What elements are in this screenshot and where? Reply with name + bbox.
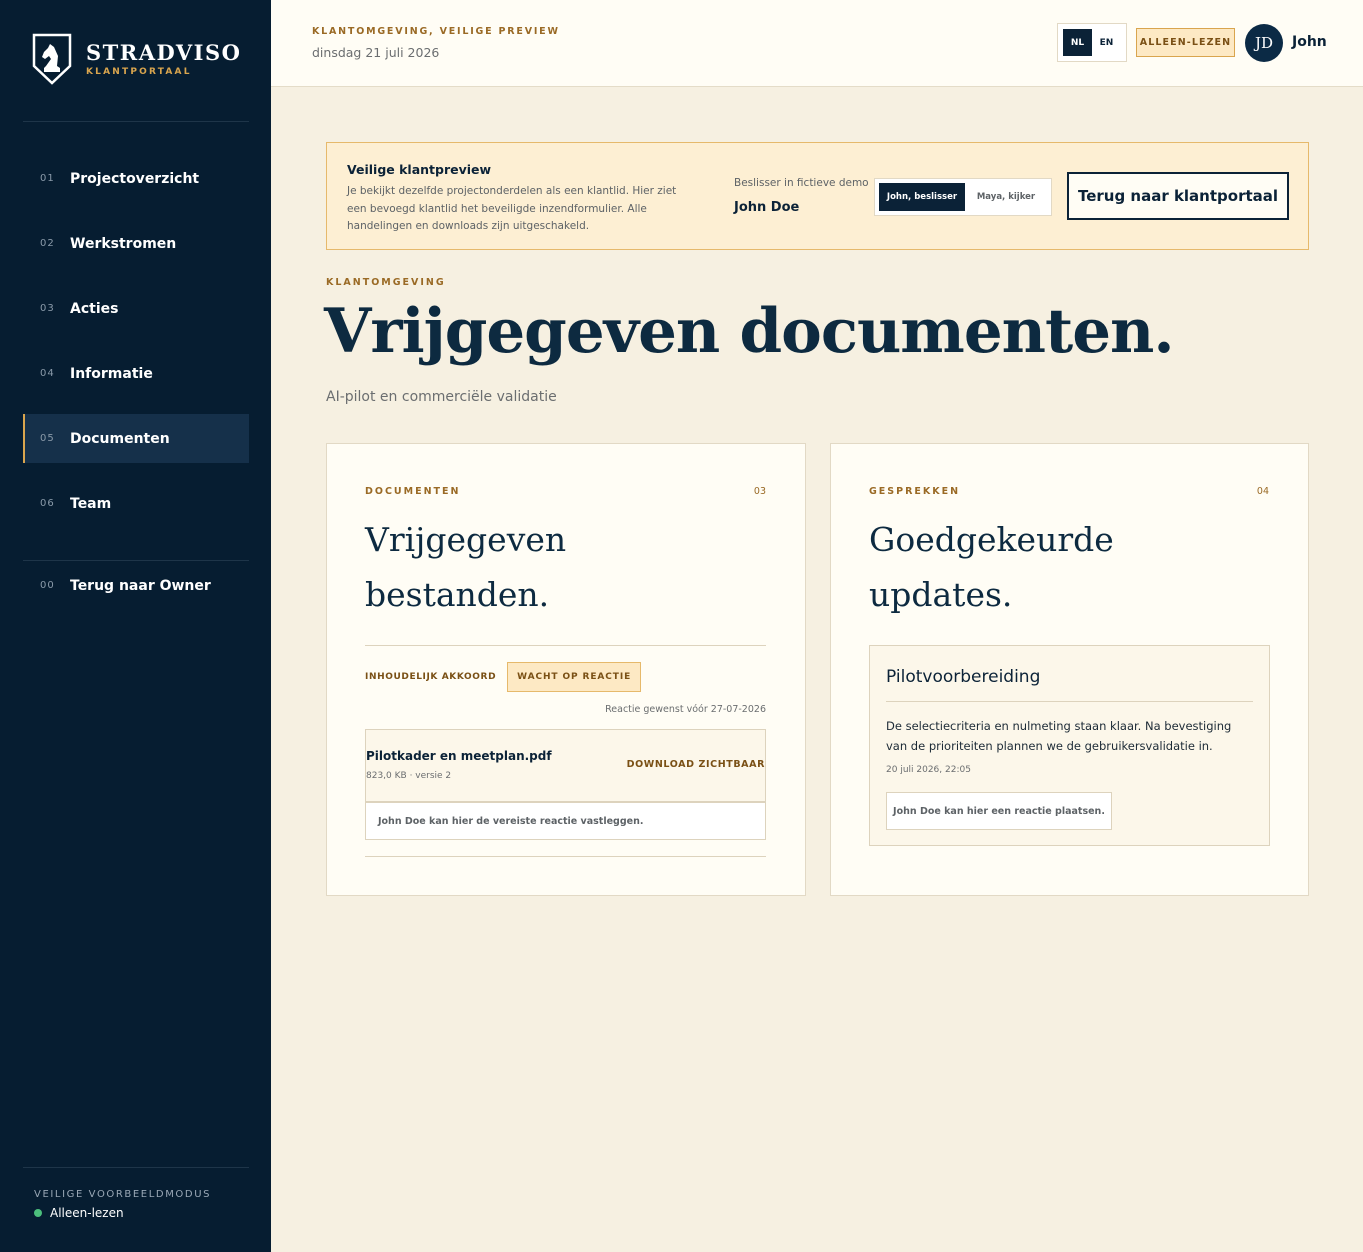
page-kicker: KLANTOMGEVING [326, 277, 446, 288]
banner-text: Je bekijkt dezelfde projectonderdelen al… [347, 185, 677, 232]
nav-label: Team [70, 495, 112, 512]
nav-number: 02 [40, 238, 55, 249]
page-subtitle: AI-pilot en commerciële validatie [326, 389, 557, 405]
nav-number: 04 [40, 368, 55, 379]
sidebar-item-acties[interactable]: 03 Acties [23, 284, 249, 333]
card-count: 04 [1256, 486, 1269, 497]
banner-role-caption: Beslisser in fictieve demo [734, 177, 869, 189]
sidebar-divider [23, 121, 249, 122]
file-name: Pilotkader en meetplan.pdf [366, 749, 552, 763]
lang-option-en[interactable]: EN [1092, 29, 1121, 56]
card-divider [365, 856, 766, 857]
nav-label: Werkstromen [70, 235, 177, 252]
nav-number: 03 [40, 303, 55, 314]
role-option-john[interactable]: John, beslisser [879, 183, 965, 211]
preview-banner: Veilige klantpreview Je bekijkt dezelfde… [326, 142, 1309, 250]
sidebar-back-nav: 00 Terug naar Owner [23, 561, 249, 626]
documents-card: DOCUMENTEN 03 Vrijgegeven bestanden. INH… [326, 443, 806, 896]
card-title-line: Goedgekeurde [869, 520, 1114, 559]
card-count: 03 [753, 486, 766, 497]
update-title: Pilotvoorbereiding [886, 667, 1041, 687]
preview-mode-status: Alleen-lezen [50, 1206, 124, 1220]
download-link[interactable]: DOWNLOAD ZICHTBAAR [627, 759, 765, 770]
nav-number: 01 [40, 173, 55, 184]
sidebar-item-terug-naar-owner[interactable]: 00 Terug naar Owner [23, 561, 249, 610]
topbar-date: dinsdag 21 juli 2026 [312, 45, 440, 60]
sidebar-item-team[interactable]: 06 Team [23, 479, 249, 528]
nav-number: 05 [40, 433, 55, 444]
role-switch: John, beslisser Maya, kijker [874, 178, 1052, 216]
topbar-kicker: KLANTOMGEVING, VEILIGE PREVIEW [312, 26, 560, 37]
response-note[interactable]: John Doe kan hier de vereiste reactie va… [365, 802, 766, 840]
back-to-portal-button[interactable]: Terug naar klantportaal [1067, 172, 1289, 220]
knight-shield-icon [32, 33, 72, 85]
card-caption: GESPREKKEN [869, 486, 961, 497]
status-badge: WACHT OP REACTIE [507, 662, 642, 692]
brand-name: STRADVISO [86, 40, 242, 65]
file-row: Pilotkader en meetplan.pdf 823,0 KB · ve… [365, 729, 766, 802]
update-text: De selectiecriteria en nulmeting staan k… [886, 719, 1232, 753]
topbar: KLANTOMGEVING, VEILIGE PREVIEW dinsdag 2… [271, 0, 1363, 87]
nav-label: Acties [70, 300, 119, 317]
nav-number: 06 [40, 498, 55, 509]
lang-option-nl[interactable]: NL [1063, 29, 1092, 56]
status-dot-icon [34, 1209, 42, 1217]
preview-mode-indicator: VEILIGE VOORBEELDMODUS Alleen-lezen [34, 1189, 211, 1220]
update-divider [886, 701, 1253, 702]
sidebar-item-projectoverzicht[interactable]: 01 Projectoverzicht [23, 154, 249, 203]
nav-label: Terug naar Owner [70, 577, 211, 594]
brand-subtitle: KLANTPORTAAL [86, 67, 192, 77]
page-title: Vrijgegeven documenten. [324, 296, 1175, 367]
brand-logo[interactable]: STRADVISO KLANTPORTAAL [32, 32, 241, 86]
sidebar-divider [23, 1167, 249, 1168]
card-title-line: Vrijgegeven [365, 520, 567, 559]
preview-mode-caption: VEILIGE VOORBEELDMODUS [34, 1189, 212, 1200]
nav-label: Projectoverzicht [70, 170, 200, 187]
nav-number: 00 [40, 580, 55, 591]
user-name[interactable]: John [1292, 34, 1327, 50]
updates-card: GESPREKKEN 04 Goedgekeurde updates. Pilo… [830, 443, 1309, 896]
sidebar: STRADVISO KLANTPORTAAL 01 Projectoverzic… [0, 0, 271, 1252]
nav-label: Informatie [70, 365, 153, 382]
role-option-maya[interactable]: Maya, kijker [965, 183, 1047, 211]
sidebar-item-informatie[interactable]: 04 Informatie [23, 349, 249, 398]
card-title-line: bestanden. [365, 575, 550, 614]
file-meta: 823,0 KB · versie 2 [366, 771, 452, 781]
update-item: Pilotvoorbereiding De selectiecriteria e… [869, 645, 1270, 846]
card-title: Goedgekeurde updates. [869, 512, 1114, 622]
avatar[interactable]: JD [1245, 24, 1283, 62]
banner-role-name: John Doe [734, 200, 800, 215]
react-button[interactable]: John Doe kan hier een reactie plaatsen. [886, 792, 1112, 830]
card-caption: DOCUMENTEN [365, 486, 461, 497]
card-title: Vrijgegeven bestanden. [365, 512, 566, 622]
sidebar-nav: 01 Projectoverzicht 02 Werkstromen 03 Ac… [23, 154, 249, 544]
card-divider [365, 645, 766, 646]
nav-label: Documenten [70, 430, 170, 447]
response-due: Reactie gewenst vóór 27-07-2026 [605, 704, 766, 715]
document-status-row: INHOUDELIJK AKKOORD WACHT OP REACTIE [365, 662, 642, 692]
status-label: INHOUDELIJK AKKOORD [365, 672, 497, 682]
readonly-badge: ALLEEN-LEZEN [1136, 28, 1235, 57]
card-title-line: updates. [869, 575, 1013, 614]
sidebar-item-documenten[interactable]: 05 Documenten [23, 414, 249, 463]
banner-title: Veilige klantpreview [347, 162, 492, 177]
update-date: 20 juli 2026, 22:05 [886, 765, 971, 775]
sidebar-item-werkstromen[interactable]: 02 Werkstromen [23, 219, 249, 268]
language-switch: NL EN [1057, 23, 1127, 62]
